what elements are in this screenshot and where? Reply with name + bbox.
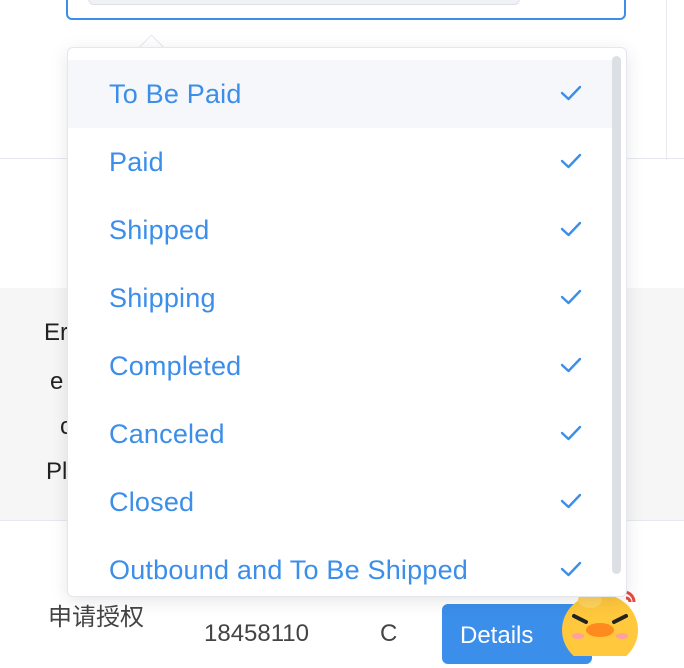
status-dropdown: To Be Paid Paid Shipped Shipping Complet… <box>67 47 627 597</box>
option-closed[interactable]: Closed <box>68 468 612 536</box>
option-label: Canceled <box>109 419 225 449</box>
table-header-text: e <box>50 368 64 395</box>
option-label: To Be Paid <box>109 79 242 109</box>
check-icon <box>560 561 582 577</box>
option-label: Completed <box>109 351 242 381</box>
check-icon <box>560 153 582 169</box>
check-icon <box>560 85 582 101</box>
table-header-text: Er <box>44 319 68 346</box>
option-completed[interactable]: Completed <box>68 332 612 400</box>
option-label: Shipping <box>109 283 216 313</box>
check-icon <box>560 493 582 509</box>
divider <box>666 0 667 160</box>
check-icon <box>560 357 582 373</box>
option-shipped[interactable]: Shipped <box>68 196 612 264</box>
option-label: Shipped <box>109 215 210 245</box>
option-canceled[interactable]: Canceled <box>68 400 612 468</box>
check-icon <box>560 289 582 305</box>
option-shipping[interactable]: Shipping <box>68 264 612 332</box>
table-header-text: Pl <box>46 458 68 485</box>
table-cell-number: 18458110 <box>204 620 309 647</box>
check-icon <box>560 425 582 441</box>
table-cell-text: 申请授权 <box>48 603 144 631</box>
check-icon <box>560 221 582 237</box>
option-label: Paid <box>109 147 164 177</box>
option-to-be-paid[interactable]: To Be Paid <box>68 60 612 128</box>
status-select-input[interactable] <box>66 0 626 20</box>
option-label: Outbound and To Be Shipped <box>109 555 468 585</box>
selected-tags-area <box>88 0 520 5</box>
option-outbound-to-be-shipped[interactable]: Outbound and To Be Shipped <box>68 536 612 596</box>
option-list: To Be Paid Paid Shipped Shipping Complet… <box>68 60 612 596</box>
table-cell-text: C <box>380 620 398 647</box>
scrollbar[interactable] <box>612 56 621 574</box>
option-paid[interactable]: Paid <box>68 128 612 196</box>
option-label: Closed <box>109 487 195 517</box>
